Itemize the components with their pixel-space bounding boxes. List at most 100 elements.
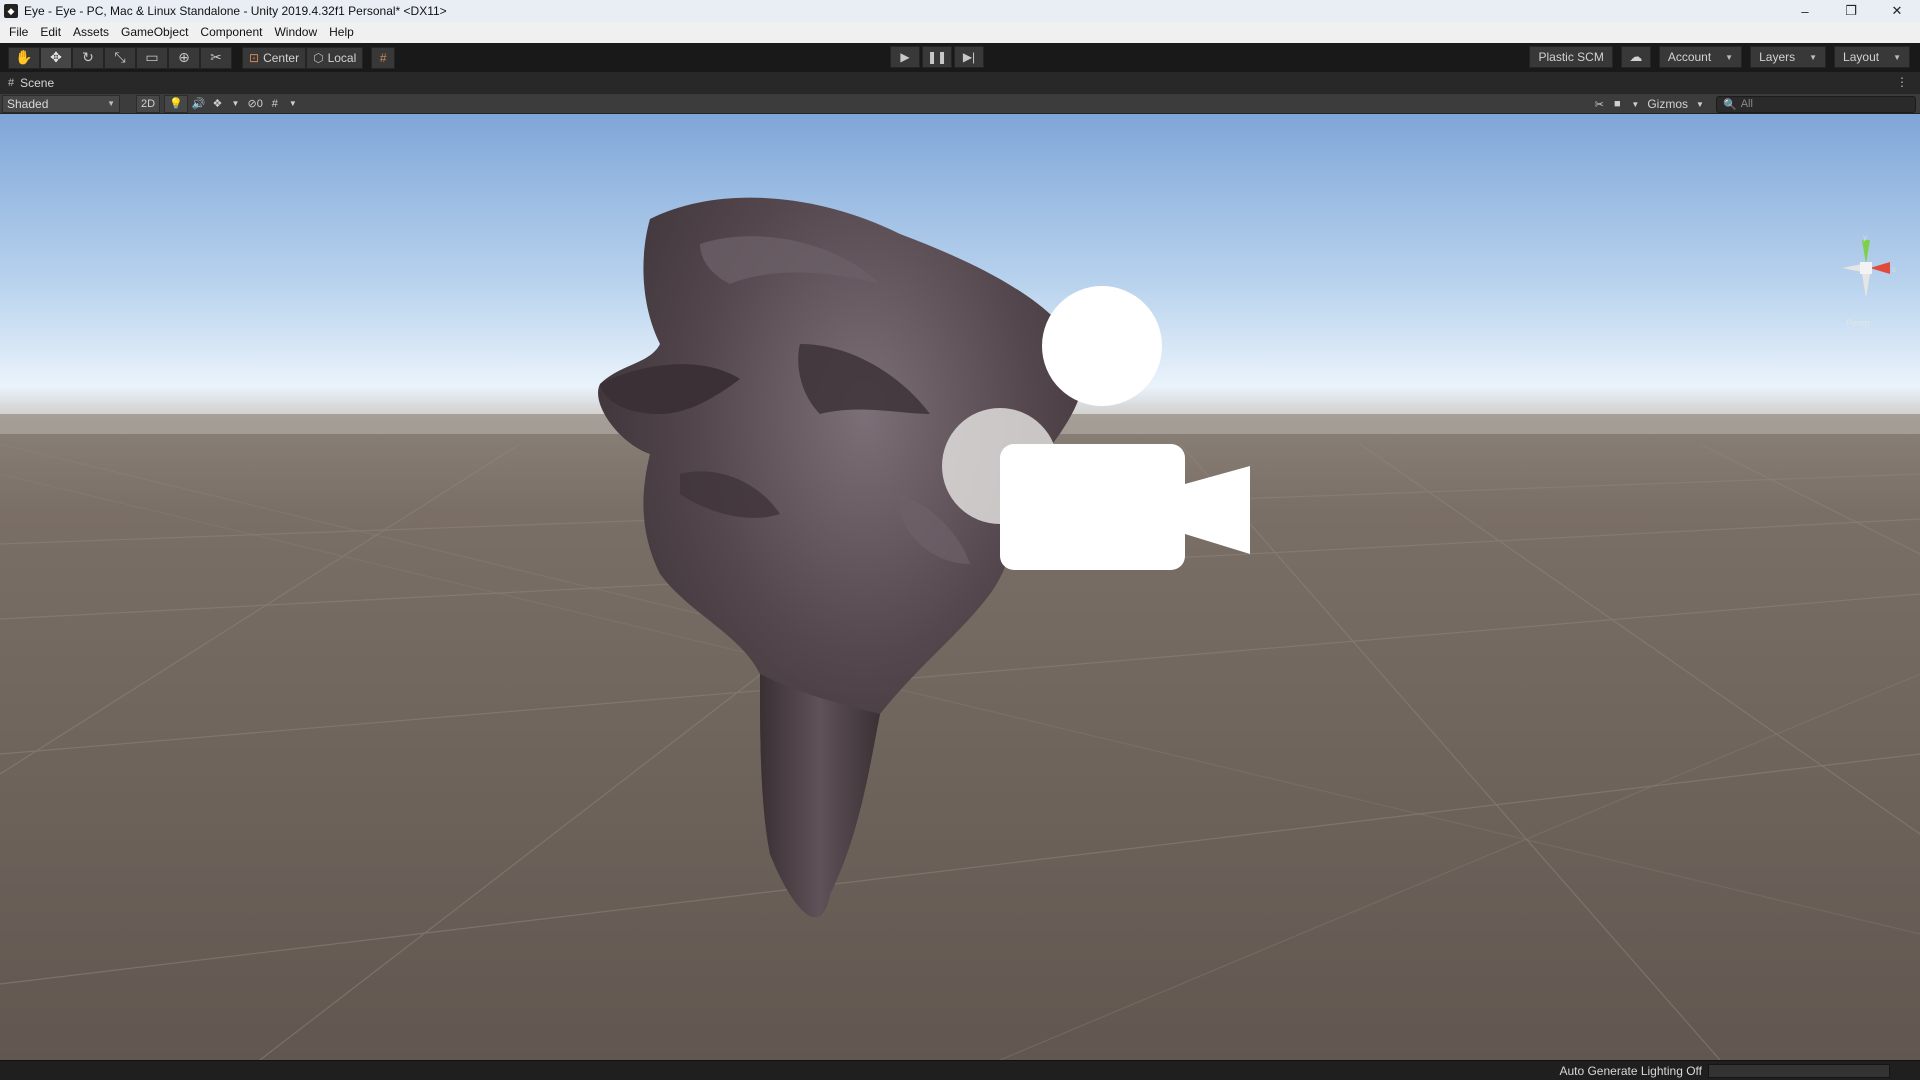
chevron-down-icon: ▼ (1696, 99, 1704, 109)
rect-tool-button[interactable]: ▭ (136, 46, 168, 69)
x-axis-cone (1870, 262, 1890, 274)
cloud-button[interactable]: ☁ (1620, 46, 1651, 68)
orientation-gizmo[interactable]: y x Persp (1826, 234, 1906, 344)
menu-help[interactable]: Help (323, 22, 360, 43)
search-placeholder: All (1740, 98, 1753, 110)
scene-tab-label: Scene (20, 76, 55, 90)
2d-toggle[interactable]: 2D (136, 94, 161, 113)
menu-gameobject[interactable]: GameObject (115, 22, 194, 43)
local-label: Local (327, 50, 357, 65)
camera-dropdown[interactable]: ▼ (1627, 95, 1643, 113)
hidden-objects-toggle[interactable]: ⊘ 0 (245, 95, 264, 113)
scene-tab[interactable]: # Scene (0, 76, 54, 90)
step-icon: ▶| (962, 50, 976, 64)
menu-component[interactable]: Component (194, 22, 268, 43)
tools-button[interactable]: ✂ (1591, 95, 1607, 113)
audio-toggle[interactable]: 🔊 (190, 95, 208, 113)
menu-edit[interactable]: Edit (34, 22, 67, 43)
layout-label: Layout (1843, 50, 1880, 64)
transform-icon: ⊕ (178, 49, 190, 65)
effects-dropdown[interactable]: ▼ (227, 95, 243, 113)
step-button[interactable]: ▶| (954, 46, 984, 68)
scale-tool-button[interactable]: ⤡ (104, 46, 136, 69)
scene-tab-header: # Scene ⋮ (0, 72, 1920, 94)
layers-label: Layers (1759, 50, 1796, 64)
transform-tool-button[interactable]: ⊕ (168, 46, 200, 69)
gizmos-button[interactable]: Gizmos (1645, 95, 1690, 113)
chevron-down-icon: ▼ (1809, 52, 1818, 62)
grid-toggle[interactable]: # (267, 95, 283, 113)
gizmos-dropdown[interactable]: ▼ (1692, 95, 1708, 113)
chevron-down-icon: ▼ (1893, 52, 1901, 62)
chevron-down-icon: ▼ (288, 99, 297, 108)
more-options-icon[interactable]: ⋮ (1896, 75, 1908, 89)
restore-button[interactable]: ❐ (1828, 0, 1874, 22)
y-axis-cone (1862, 240, 1870, 264)
play-icon: ▶ (900, 50, 910, 64)
status-text: Auto Generate Lighting Off (1559, 1063, 1702, 1078)
pivot-label: Center (263, 50, 300, 65)
effects-icon: ❖ (212, 98, 223, 110)
scene-toolbar: Shaded ▼ 2D 💡 🔊 ❖ ▼ ⊘ 0 # ▼ ✂ ■ ▼ Gizmos… (0, 94, 1920, 114)
scene-search-input[interactable]: 🔍 All (1716, 95, 1916, 113)
effects-toggle[interactable]: ❖ (209, 95, 225, 113)
camera-button[interactable]: ■ (1609, 95, 1625, 113)
scene-icon: # (8, 77, 15, 89)
hand-tool-button[interactable]: ✋ (8, 46, 40, 69)
speaker-icon: 🔊 (191, 98, 206, 110)
chevron-down-icon: ▼ (1631, 99, 1640, 109)
rotate-tool-button[interactable]: ↻ (72, 46, 104, 69)
move-tool-button[interactable]: ✥ (40, 46, 72, 69)
lightbulb-icon: 💡 (169, 98, 183, 110)
account-label: Account (1667, 50, 1712, 64)
shading-mode-value: Shaded (7, 96, 49, 111)
transform-tools: ✋ ✥ ↻ ⤡ ▭ ⊕ ✂ (8, 46, 232, 69)
unity-logo-icon: ◆ (4, 4, 18, 18)
plastic-scm-label: Plastic SCM (1538, 50, 1604, 64)
move-icon: ✥ (50, 49, 62, 65)
title-bar: ◆ Eye - Eye - PC, Mac & Linux Standalone… (0, 0, 1920, 22)
persp-label: Persp (1846, 318, 1870, 328)
grid-icon: # (271, 97, 278, 110)
camera-icon: ■ (1614, 98, 1621, 110)
pause-icon: ❚❚ (926, 50, 948, 64)
axis-x-label: x (1892, 265, 1896, 274)
layout-dropdown[interactable]: Layout ▼ (1834, 46, 1910, 68)
pivot-local-toggle[interactable]: ⬡ Local (306, 46, 364, 69)
eye-slash-icon: ⊘ (247, 98, 257, 110)
axis-y-label: y (1863, 234, 1867, 242)
account-dropdown[interactable]: Account ▼ (1658, 46, 1743, 68)
grid-dropdown[interactable]: ▼ (285, 95, 301, 113)
pause-button[interactable]: ❚❚ (922, 46, 952, 68)
layers-dropdown[interactable]: Layers ▼ (1750, 46, 1827, 68)
scale-icon: ⤡ (114, 49, 126, 65)
progress-bar (1708, 1064, 1890, 1078)
rotate-icon: ↻ (82, 49, 94, 65)
menu-assets[interactable]: Assets (67, 22, 115, 43)
plastic-scm-button[interactable]: Plastic SCM (1529, 46, 1613, 68)
play-button[interactable]: ▶ (890, 46, 920, 68)
play-controls: ▶ ❚❚ ▶| (890, 46, 984, 68)
status-bar: Auto Generate Lighting Off (0, 1060, 1920, 1080)
tools-icon: ✂ (1594, 98, 1604, 111)
menu-bar: File Edit Assets GameObject Component Wi… (0, 22, 1920, 43)
cloud-icon: ☁ (1629, 49, 1643, 64)
hand-icon: ✋ (15, 49, 33, 65)
close-button[interactable]: ✕ (1874, 0, 1920, 22)
menu-window[interactable]: Window (268, 22, 323, 43)
hidden-count: 0 (256, 97, 263, 110)
pivot-icon: ⊡ (249, 50, 260, 65)
lighting-toggle[interactable]: 💡 (164, 94, 188, 113)
minimize-button[interactable]: – (1782, 0, 1828, 22)
custom-tool-button[interactable]: ✂ (200, 46, 232, 69)
rect-icon: ▭ (145, 49, 159, 65)
custom-tool-icon: ✂ (210, 49, 222, 65)
search-icon: 🔍 (1723, 98, 1737, 111)
shading-mode-dropdown[interactable]: Shaded ▼ (2, 94, 120, 113)
scene-viewport[interactable]: y x Persp (0, 114, 1920, 1060)
window-title: Eye - Eye - PC, Mac & Linux Standalone -… (24, 4, 447, 18)
menu-file[interactable]: File (3, 22, 34, 43)
chevron-down-icon: ▼ (107, 99, 115, 108)
pivot-center-toggle[interactable]: ⊡ Center (242, 46, 307, 69)
grid-snap-button[interactable]: # (371, 46, 396, 69)
